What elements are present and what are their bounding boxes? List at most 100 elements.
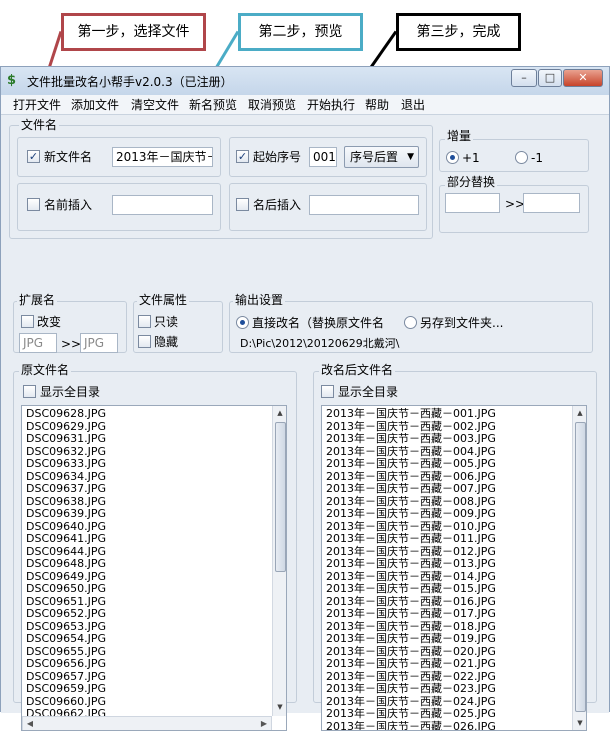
partial-replace-group-label: 部分替换	[445, 175, 497, 189]
menu-add-file[interactable]: 添加文件	[71, 97, 119, 113]
callout-step1: 第一步，选择文件	[61, 13, 206, 51]
output-direct-radio[interactable]	[236, 316, 249, 329]
list-item[interactable]: DSC09648.JPG	[26, 558, 106, 571]
list-item[interactable]: 2013年－国庆节－西藏－019.JPG	[326, 633, 496, 646]
menu-clear-files[interactable]: 清空文件	[131, 97, 179, 113]
start-seq-input[interactable]: 001	[309, 147, 337, 167]
increment-plus-radio[interactable]	[446, 151, 459, 164]
original-file-list[interactable]: DSC09628.JPGDSC09629.JPGDSC09631.JPGDSC0…	[21, 405, 287, 731]
renamed-show-dirs-label: 显示全目录	[338, 385, 398, 399]
app-icon: $	[7, 74, 21, 88]
list-item[interactable]: 2013年－国庆节－西藏－021.JPG	[326, 658, 496, 671]
renamed-scroll-thumb[interactable]	[575, 422, 586, 712]
list-item[interactable]: DSC09631.JPG	[26, 433, 106, 446]
window-title: 文件批量改名小帮手v2.0.3（已注册）	[27, 73, 233, 90]
list-item[interactable]: 2013年－国庆节－西藏－025.JPG	[326, 708, 496, 721]
hidden-label: 隐藏	[154, 335, 178, 349]
new-name-input[interactable]: 2013年－国庆节－	[112, 147, 213, 167]
original-scroll-thumb[interactable]	[275, 422, 286, 572]
list-item[interactable]: 2013年－国庆节－西藏－015.JPG	[326, 583, 496, 596]
list-item[interactable]: 2013年－国庆节－西藏－026.JPG	[326, 721, 496, 731]
suffix-label: 名后插入	[253, 198, 301, 212]
original-show-dirs-label: 显示全目录	[40, 385, 100, 399]
increment-plus-label: +1	[462, 151, 480, 165]
original-hscrollbar[interactable]: ◀ ▶	[22, 716, 272, 731]
scroll-right-icon[interactable]: ▶	[257, 717, 271, 730]
readonly-checkbox[interactable]	[138, 315, 151, 328]
replace-to-input[interactable]	[523, 193, 580, 213]
title-bar: $ 文件批量改名小帮手v2.0.3（已注册） – □ ✕	[1, 67, 609, 95]
hidden-checkbox[interactable]	[138, 335, 151, 348]
list-item[interactable]: DSC09656.JPG	[26, 658, 106, 671]
original-show-dirs-checkbox[interactable]	[23, 385, 36, 398]
list-item[interactable]: DSC09637.JPG	[26, 483, 106, 496]
list-item[interactable]: 2013年－国庆节－西藏－013.JPG	[326, 558, 496, 571]
menu-open-file[interactable]: 打开文件	[13, 97, 61, 113]
original-files-group-label: 原文件名	[19, 363, 71, 377]
prefix-checkbox[interactable]	[27, 198, 40, 211]
prefix-label: 名前插入	[44, 198, 92, 212]
output-saveas-radio[interactable]	[404, 316, 417, 329]
suffix-checkbox[interactable]	[236, 198, 249, 211]
start-seq-checkbox[interactable]: ✓	[236, 150, 249, 163]
list-item[interactable]: 2013年－国庆节－西藏－005.JPG	[326, 458, 496, 471]
new-name-checkbox[interactable]: ✓	[27, 150, 40, 163]
menu-help[interactable]: 帮助	[365, 97, 389, 113]
minimize-button[interactable]: –	[511, 69, 537, 87]
output-group-label: 输出设置	[233, 293, 285, 307]
renamed-file-list[interactable]: 2013年－国庆节－西藏－001.JPG2013年－国庆节－西藏－002.JPG…	[321, 405, 587, 731]
list-item[interactable]: DSC09654.JPG	[26, 633, 106, 646]
replace-from-input[interactable]	[445, 193, 500, 213]
original-file-items: DSC09628.JPGDSC09629.JPGDSC09631.JPGDSC0…	[26, 408, 106, 731]
menu-bar: 打开文件 添加文件 清空文件 新名预览 取消预览 开始执行 帮助 退出	[1, 95, 609, 115]
app-window: $ 文件批量改名小帮手v2.0.3（已注册） – □ ✕ 打开文件 添加文件 清…	[0, 66, 610, 712]
client-area: 文件名 ✓ 新文件名 2013年－国庆节－ ✓ 起始序号 001 序号后置 ▼ …	[1, 115, 609, 713]
menu-exit[interactable]: 退出	[401, 97, 425, 113]
extension-from-input[interactable]: JPG	[19, 333, 57, 353]
output-path: D:\Pic\2012\20120629北戴河\	[240, 337, 399, 351]
prefix-input[interactable]	[112, 195, 213, 215]
seq-position-value: 序号后置	[350, 150, 398, 164]
list-item[interactable]: 2013年－国庆节－西藏－007.JPG	[326, 483, 496, 496]
renamed-files-group-label: 改名后文件名	[319, 363, 395, 377]
increment-minus-label: -1	[531, 151, 543, 165]
output-direct-label: 直接改名（替换原文件名	[252, 316, 384, 330]
scroll-down-icon[interactable]: ▼	[573, 716, 587, 730]
renamed-vscrollbar[interactable]: ▲ ▼	[572, 406, 587, 731]
list-item[interactable]: 2013年－国庆节－西藏－003.JPG	[326, 433, 496, 446]
extension-change-checkbox[interactable]	[21, 315, 34, 328]
list-item[interactable]: DSC09633.JPG	[26, 458, 106, 471]
list-item[interactable]: DSC09652.JPG	[26, 608, 106, 621]
suffix-input[interactable]	[309, 195, 419, 215]
list-item[interactable]: 2013年－国庆节－西藏－001.JPG	[326, 408, 496, 421]
renamed-show-dirs-checkbox[interactable]	[321, 385, 334, 398]
close-button[interactable]: ✕	[563, 69, 603, 87]
increment-minus-radio[interactable]	[515, 151, 528, 164]
menu-execute[interactable]: 开始执行	[307, 97, 355, 113]
list-item[interactable]: 2013年－国庆节－西藏－017.JPG	[326, 608, 496, 621]
new-name-label: 新文件名	[44, 150, 92, 164]
seq-position-select[interactable]: 序号后置 ▼	[344, 146, 419, 168]
list-item[interactable]: DSC09641.JPG	[26, 533, 106, 546]
list-item[interactable]: DSC09628.JPG	[26, 408, 106, 421]
list-item[interactable]: 2013年－国庆节－西藏－011.JPG	[326, 533, 496, 546]
list-item[interactable]: 2013年－国庆节－西藏－009.JPG	[326, 508, 496, 521]
readonly-label: 只读	[154, 315, 178, 329]
extension-to-input[interactable]: JPG	[80, 333, 118, 353]
list-item[interactable]: 2013年－国庆节－西藏－023.JPG	[326, 683, 496, 696]
list-item[interactable]: DSC09659.JPG	[26, 683, 106, 696]
chevron-down-icon: ▼	[407, 147, 414, 167]
filename-group-label: 文件名	[19, 118, 59, 132]
menu-cancel-preview[interactable]: 取消预览	[248, 97, 296, 113]
output-saveas-label: 另存到文件夹...	[420, 316, 503, 330]
scroll-up-icon[interactable]: ▲	[573, 406, 587, 420]
list-item[interactable]: DSC09650.JPG	[26, 583, 106, 596]
list-item[interactable]: DSC09639.JPG	[26, 508, 106, 521]
increment-group-label: 增量	[445, 129, 473, 143]
scroll-up-icon[interactable]: ▲	[273, 406, 287, 420]
menu-preview[interactable]: 新名预览	[189, 97, 237, 113]
scroll-left-icon[interactable]: ◀	[23, 717, 37, 730]
original-vscrollbar[interactable]: ▲ ▼	[272, 406, 287, 716]
maximize-button[interactable]: □	[538, 69, 562, 87]
callout-step3: 第三步，完成	[396, 13, 521, 51]
